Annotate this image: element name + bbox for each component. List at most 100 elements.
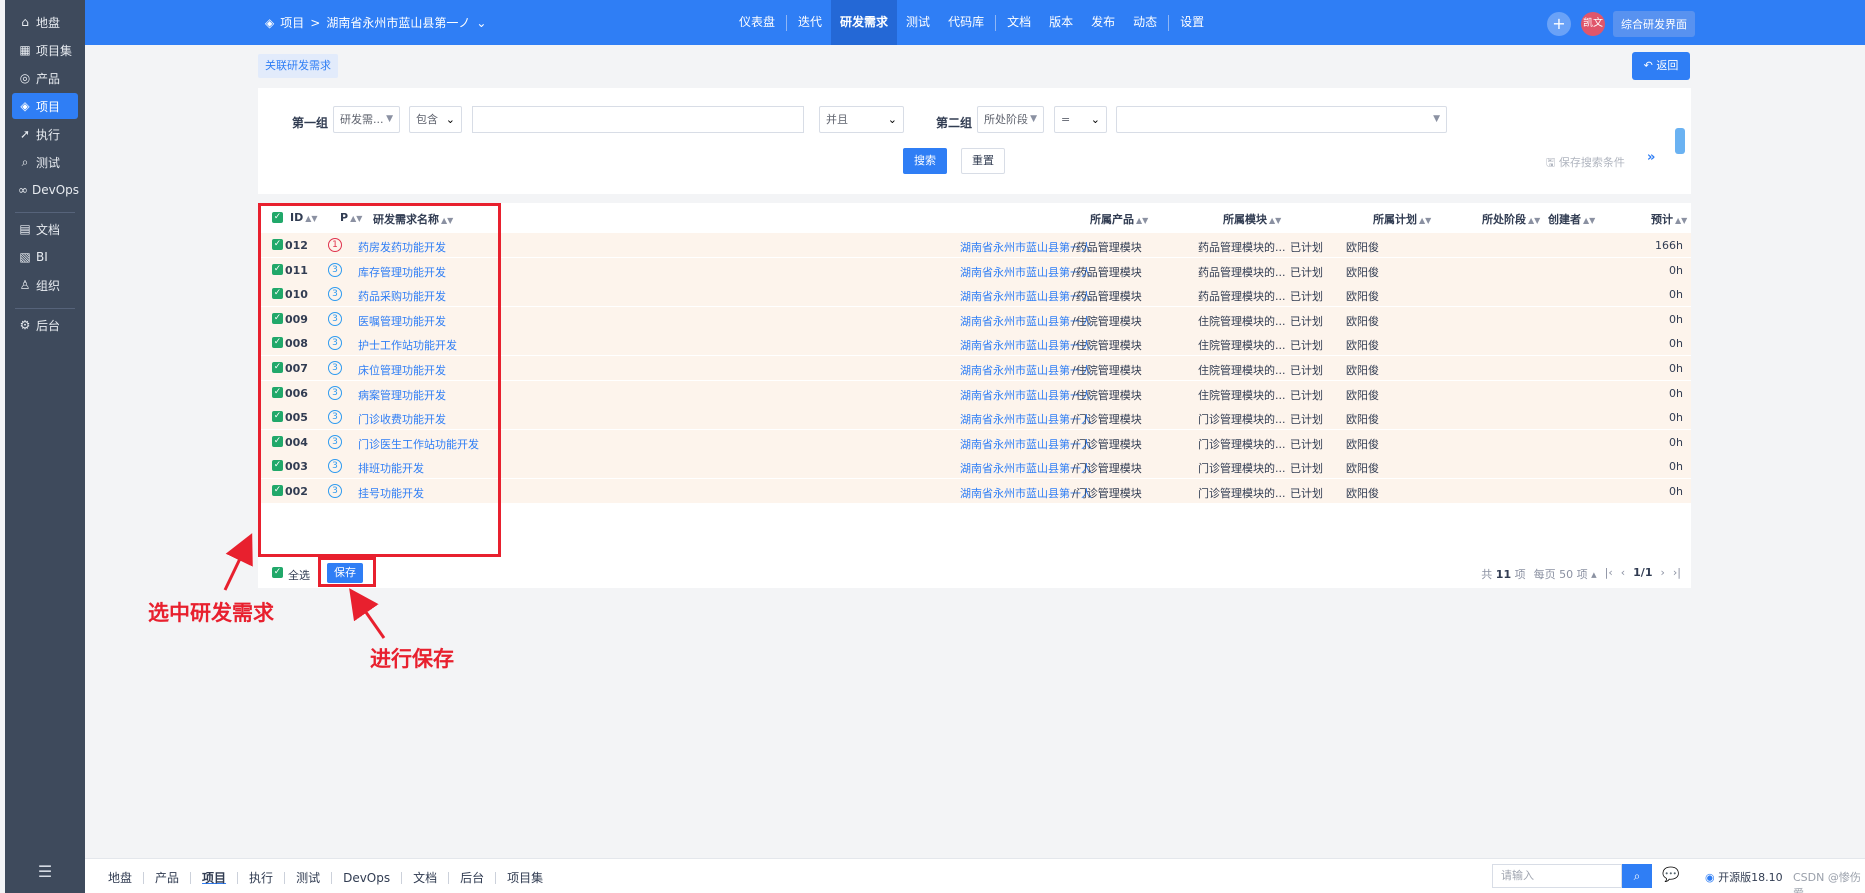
nav-separator <box>1168 14 1170 31</box>
prev-page-icon[interactable]: ‹ <box>1621 566 1625 582</box>
sort-icon: ▲▼ <box>1583 216 1596 225</box>
sidebar-item-7[interactable]: ▤ 文档 <box>12 216 78 242</box>
breadcrumb-root[interactable]: 项目 <box>280 14 304 31</box>
bottom-nav-item-5[interactable]: DevOps <box>332 871 401 885</box>
group1-value-input[interactable] <box>472 106 804 133</box>
cell-creator: 欧阳俊 <box>1346 388 1379 402</box>
header-plan[interactable]: 所属计划 ▲▼ <box>1373 211 1431 227</box>
first-page-icon[interactable]: |‹ <box>1605 566 1613 582</box>
sidebar-item-5[interactable]: ⌕ 测试 <box>12 149 78 175</box>
cell-creator: 欧阳俊 <box>1346 413 1379 427</box>
pager-per-page[interactable]: 每页 50 项 ▴ <box>1534 566 1597 582</box>
logic-select[interactable]: 并且 ⌄ <box>819 106 904 133</box>
sidebar-item-10[interactable]: ⚙ 后台 <box>12 312 78 338</box>
nav-tab-9[interactable]: 设置 <box>1171 0 1213 45</box>
select-all-label[interactable]: 全选 <box>288 567 310 583</box>
header-product[interactable]: 所属产品 ▲▼ <box>1090 211 1148 227</box>
group1-field-select[interactable]: 研发需... ▼ <box>333 106 400 133</box>
cell-plan: 住院管理模块的... <box>1198 364 1286 377</box>
nav-tab-7[interactable]: 发布 <box>1082 0 1124 45</box>
header-creator[interactable]: 创建者 ▲▼ <box>1548 211 1595 227</box>
ai-chat-icon[interactable]: 💬 <box>1662 867 1679 883</box>
group1-operator-select[interactable]: 包含 ⌄ <box>409 106 462 133</box>
nav-tab-8[interactable]: 动态 <box>1124 0 1166 45</box>
nav-tab-0[interactable]: 仪表盘 <box>730 0 784 45</box>
top-nav: 仪表盘 迭代 研发需求 测试 代码库 文档 版本 发布 动态 设置 <box>730 0 1213 45</box>
sort-icon: ▲▼ <box>1675 216 1688 225</box>
breadcrumb-separator: > <box>310 15 321 30</box>
breadcrumb-project[interactable]: 湖南省永州市蓝山县第一ノ <box>326 14 470 31</box>
chart-icon: ▧ <box>19 250 31 264</box>
bottom-nav-item-6[interactable]: 文档 <box>402 869 448 886</box>
cell-estimate: 0h <box>1669 460 1683 474</box>
header-estimate[interactable]: 预计 ▲▼ <box>1651 211 1687 227</box>
cell-creator: 欧阳俊 <box>1346 314 1379 328</box>
header-plan-label: 所属计划 <box>1373 213 1417 226</box>
people-icon: ♙ <box>19 278 31 292</box>
sidebar-item-1[interactable]: ▦ 项目集 <box>12 37 78 63</box>
logo-icon: ◉ <box>1705 871 1719 884</box>
save-search-condition-button[interactable]: 🖫 保存搜索条件 <box>1546 154 1625 173</box>
sidebar-item-3[interactable]: ◈ 项目 <box>12 93 78 119</box>
side-panel-handle[interactable] <box>1675 128 1685 154</box>
cell-estimate: 0h <box>1669 411 1683 425</box>
sidebar-item-2[interactable]: ◎ 产品 <box>12 65 78 91</box>
workspace-switch-button[interactable]: 综合研发界面 <box>1613 11 1695 37</box>
group2-value-select[interactable]: ▼ <box>1116 106 1447 133</box>
cell-estimate: 0h <box>1669 312 1683 326</box>
bottom-nav-item-4[interactable]: 测试 <box>285 869 331 886</box>
sidebar-item-label: DevOps <box>32 183 80 197</box>
annotation-arrow-selection <box>223 533 253 591</box>
bottom-search-input[interactable]: 请输入 <box>1492 864 1622 888</box>
menu-collapse-icon[interactable]: ☰ <box>5 862 85 881</box>
infinity-icon: ∞ <box>18 183 28 197</box>
sidebar-item-9[interactable]: ♙ 组织 <box>12 272 78 298</box>
nav-tab-4[interactable]: 代码库 <box>939 0 993 45</box>
bottom-nav-item-3[interactable]: 执行 <box>238 869 284 886</box>
bottom-nav-item-2[interactable]: 项目 <box>191 869 237 886</box>
group2-operator-select[interactable]: = ⌄ <box>1054 106 1107 133</box>
bottom-nav-item-1[interactable]: 产品 <box>144 869 190 886</box>
sidebar-item-0[interactable]: ⌂ 地盘 <box>12 9 78 35</box>
bottom-nav-item-0[interactable]: 地盘 <box>97 869 143 886</box>
search-button[interactable]: 搜索 <box>903 148 947 174</box>
group2-field-value: 所处阶段 <box>984 113 1028 126</box>
nav-tab-6[interactable]: 版本 <box>1040 0 1082 45</box>
avatar[interactable]: 凯文 <box>1581 12 1605 36</box>
nav-tab-1[interactable]: 迭代 <box>789 0 831 45</box>
plus-icon[interactable]: + <box>1547 12 1571 36</box>
header-estimate-label: 预计 <box>1651 213 1673 226</box>
sidebar-item-6[interactable]: ∞ DevOps <box>12 177 80 203</box>
nav-tab-2[interactable]: 研发需求 <box>831 0 898 45</box>
sidebar-item-label: 产品 <box>36 71 61 86</box>
open-source-version[interactable]: ◉ 开源版18.10 <box>1705 869 1783 885</box>
sidebar-item-4[interactable]: ➚ 执行 <box>12 121 78 147</box>
home-icon: ⌂ <box>21 15 29 29</box>
save-condition-label: 保存搜索条件 <box>1558 156 1625 169</box>
back-button[interactable]: ↶ 返回 <box>1632 52 1690 80</box>
top-header: ◈ 项目 > 湖南省永州市蓝山县第一ノ ⌄ 仪表盘 迭代 研发需求 测试 代码库 文档 版本… <box>85 0 1865 45</box>
bottom-nav-item-8[interactable]: 项目集 <box>496 869 554 886</box>
bottom-nav-item-7[interactable]: 后台 <box>449 869 495 886</box>
last-page-icon[interactable]: ›| <box>1673 566 1681 582</box>
cell-stage: 已计划 <box>1290 462 1323 476</box>
header-stage[interactable]: 所处阶段 ▲▼ <box>1482 211 1540 227</box>
cell-stage: 已计划 <box>1290 339 1323 353</box>
sidebar-item-8[interactable]: ▧ BI <box>12 244 78 270</box>
link-story-tab[interactable]: 关联研发需求 <box>258 54 338 78</box>
cell-plan: 药品管理模块的... <box>1198 241 1286 254</box>
chevron-down-icon[interactable]: ⌄ <box>476 16 486 30</box>
nav-tab-5[interactable]: 文档 <box>998 0 1040 45</box>
next-page-icon[interactable]: › <box>1660 566 1664 582</box>
group2-field-select[interactable]: 所处阶段 ▼ <box>977 106 1044 133</box>
expand-icon[interactable]: » <box>1647 150 1655 165</box>
header-module[interactable]: 所属模块 ▲▼ <box>1223 211 1281 227</box>
doc-icon: ▤ <box>19 222 31 236</box>
select-all-checkbox[interactable]: ✓ <box>272 567 283 578</box>
reset-button[interactable]: 重置 <box>961 148 1005 174</box>
nav-tab-3[interactable]: 测试 <box>897 0 939 45</box>
undo-icon: ↶ <box>1643 59 1657 72</box>
search-icon[interactable]: ⌕ <box>1622 864 1652 888</box>
cell-module: /住院管理模块 <box>1072 388 1142 402</box>
sidebar-item-label: BI <box>36 250 48 264</box>
